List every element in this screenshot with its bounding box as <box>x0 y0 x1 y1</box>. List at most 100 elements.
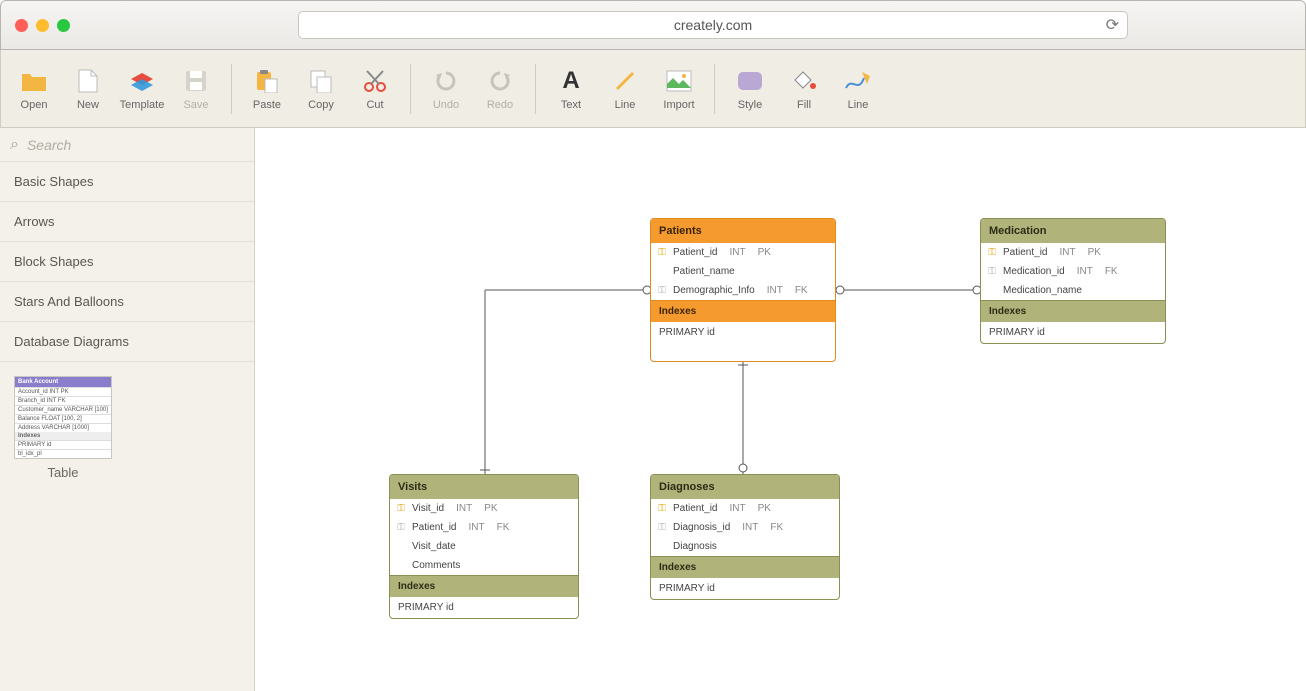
line-style-icon <box>844 67 872 95</box>
open-button[interactable]: Open <box>7 59 61 119</box>
paste-icon <box>253 67 281 95</box>
main-area: ⌕ Basic Shapes Arrows Block Shapes Stars… <box>0 128 1306 691</box>
entity-title: Medication <box>981 219 1165 243</box>
entity-row: ⚿Comments <box>390 556 578 575</box>
line-button[interactable]: Line <box>598 59 652 119</box>
entity-row: ⚿Demographic_InfoINTFK <box>651 281 835 300</box>
toolbar-separator <box>535 64 536 114</box>
window-controls <box>15 19 70 32</box>
reload-icon[interactable]: ⟳ <box>1106 15 1119 35</box>
entity-title: Visits <box>390 475 578 499</box>
indexes-header: Indexes <box>981 300 1165 322</box>
entity-row: ⚿Medication_idINTFK <box>981 262 1165 281</box>
entity-title: Patients <box>651 219 835 243</box>
url-bar[interactable]: creately.com ⟳ <box>298 11 1128 39</box>
index-row: PRIMARY id <box>981 322 1165 343</box>
entity-row: ⚿Patient_name <box>651 262 835 281</box>
cut-icon <box>361 67 389 95</box>
cut-button[interactable]: Cut <box>348 59 402 119</box>
redo-icon <box>486 67 514 95</box>
entity-row: ⚿Patient_idINTPK <box>651 243 835 262</box>
canvas[interactable]: Patients ⚿Patient_idINTPK ⚿Patient_name … <box>255 128 1306 691</box>
no-key-icon: ⚿ <box>657 541 667 552</box>
entity-medication[interactable]: Medication ⚿Patient_idINTPK ⚿Medication_… <box>980 218 1166 344</box>
index-row: PRIMARY id <box>651 322 835 343</box>
no-key-icon: ⚿ <box>657 266 667 277</box>
category-arrows[interactable]: Arrows <box>0 202 254 242</box>
style-icon <box>736 67 764 95</box>
sidebar: ⌕ Basic Shapes Arrows Block Shapes Stars… <box>0 128 255 691</box>
entity-row: ⚿Patient_idINTFK <box>390 518 578 537</box>
category-database-diagrams[interactable]: Database Diagrams <box>0 322 254 362</box>
pk-key-icon: ⚿ <box>657 503 667 514</box>
pk-key-icon: ⚿ <box>396 503 406 514</box>
fk-key-icon: ⚿ <box>657 285 667 296</box>
pk-key-icon: ⚿ <box>657 247 667 258</box>
indexes-header: Indexes <box>390 575 578 597</box>
copy-icon <box>307 67 335 95</box>
fill-button[interactable]: Fill <box>777 59 831 119</box>
pk-key-icon: ⚿ <box>987 247 997 258</box>
category-basic-shapes[interactable]: Basic Shapes <box>0 162 254 202</box>
entity-diagnoses[interactable]: Diagnoses ⚿Patient_idINTPK ⚿Diagnosis_id… <box>650 474 840 600</box>
close-window-icon[interactable] <box>15 19 28 32</box>
fill-icon <box>790 67 818 95</box>
entity-row: ⚿Visit_date <box>390 537 578 556</box>
toolbar-separator <box>410 64 411 114</box>
entity-row: ⚿Patient_idINTPK <box>651 499 839 518</box>
style-button[interactable]: Style <box>723 59 777 119</box>
line-icon <box>611 67 639 95</box>
new-button[interactable]: New <box>61 59 115 119</box>
no-key-icon: ⚿ <box>987 285 997 296</box>
fk-key-icon: ⚿ <box>657 522 667 533</box>
entity-row: ⚿Patient_idINTPK <box>981 243 1165 262</box>
save-button[interactable]: Save <box>169 59 223 119</box>
import-button[interactable]: Import <box>652 59 706 119</box>
entity-row: ⚿Medication_name <box>981 281 1165 300</box>
toolbar-separator <box>231 64 232 114</box>
template-button[interactable]: Template <box>115 59 169 119</box>
indexes-header: Indexes <box>651 300 835 322</box>
no-key-icon: ⚿ <box>396 560 406 571</box>
text-icon: A <box>557 67 585 95</box>
paste-button[interactable]: Paste <box>240 59 294 119</box>
index-row: PRIMARY id <box>651 578 839 599</box>
template-icon <box>128 67 156 95</box>
undo-button[interactable]: Undo <box>419 59 473 119</box>
copy-button[interactable]: Copy <box>294 59 348 119</box>
redo-button[interactable]: Redo <box>473 59 527 119</box>
import-icon <box>665 67 693 95</box>
shape-library: Bank Account Account_id INT PK Branch_id… <box>0 362 254 494</box>
entity-row: ⚿Diagnosis_idINTFK <box>651 518 839 537</box>
category-block-shapes[interactable]: Block Shapes <box>0 242 254 282</box>
save-icon <box>182 67 210 95</box>
maximize-window-icon[interactable] <box>57 19 70 32</box>
fk-key-icon: ⚿ <box>987 266 997 277</box>
search-icon: ⌕ <box>10 136 19 154</box>
browser-chrome: creately.com ⟳ <box>0 0 1306 50</box>
search-row: ⌕ <box>0 128 254 162</box>
line-style-button[interactable]: Line <box>831 59 885 119</box>
entity-patients[interactable]: Patients ⚿Patient_idINTPK ⚿Patient_name … <box>650 218 836 362</box>
text-button[interactable]: AText <box>544 59 598 119</box>
toolbar-separator <box>714 64 715 114</box>
entity-title: Diagnoses <box>651 475 839 499</box>
url-text: creately.com <box>674 17 752 33</box>
folder-icon <box>20 67 48 95</box>
undo-icon <box>432 67 460 95</box>
category-stars-balloons[interactable]: Stars And Balloons <box>0 282 254 322</box>
minimize-window-icon[interactable] <box>36 19 49 32</box>
shape-table-thumb: Bank Account Account_id INT PK Branch_id… <box>14 376 112 459</box>
search-input[interactable] <box>27 137 244 153</box>
shape-table[interactable]: Bank Account Account_id INT PK Branch_id… <box>14 376 112 480</box>
shape-categories: Basic Shapes Arrows Block Shapes Stars A… <box>0 162 254 362</box>
index-row: PRIMARY id <box>390 597 578 618</box>
toolbar: Open New Template Save Paste Copy Cut Un… <box>0 50 1306 128</box>
no-key-icon: ⚿ <box>396 541 406 552</box>
fk-key-icon: ⚿ <box>396 522 406 533</box>
entity-row: ⚿Diagnosis <box>651 537 839 556</box>
shape-table-label: Table <box>47 465 78 480</box>
entity-row: ⚿Visit_idINTPK <box>390 499 578 518</box>
entity-visits[interactable]: Visits ⚿Visit_idINTPK ⚿Patient_idINTFK ⚿… <box>389 474 579 619</box>
new-file-icon <box>74 67 102 95</box>
